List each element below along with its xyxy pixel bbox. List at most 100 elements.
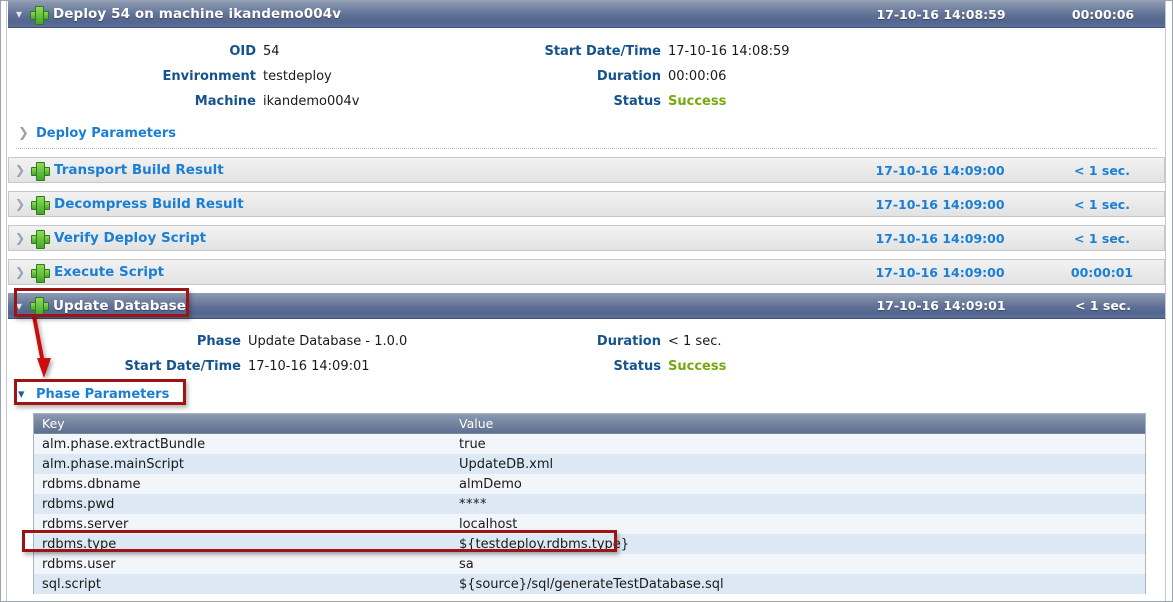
phase-field-duration-label: Duration: [596, 334, 661, 349]
step-title[interactable]: Transport Build Result: [54, 162, 224, 178]
step-duration: < 1 sec.: [1074, 196, 1130, 212]
green-plus-icon: [30, 5, 49, 25]
chevron-down-icon[interactable]: ▾: [18, 387, 36, 402]
field-duration: Duration 00:00:06: [438, 69, 858, 84]
green-plus-icon: [31, 229, 50, 249]
page-content: ▾ Deploy 54 on machine ikandemo004v 17-1…: [8, 1, 1165, 601]
phase-update-database: ▾ Update Database 17-10-16 14:09:01 < 1 …: [8, 293, 1165, 594]
field-environment: Environment testdeploy: [8, 69, 438, 84]
column-header-key[interactable]: Key: [34, 416, 459, 431]
column-header-value[interactable]: Value: [459, 416, 1145, 431]
step-decompress-build-result[interactable]: ❯ Decompress Build Result 17-10-16 14:09…: [8, 191, 1165, 217]
param-key: alm.phase.extractBundle: [42, 436, 206, 452]
phase-parameters-table: Key Value alm.phase.extractBundle true a…: [33, 413, 1146, 594]
param-value: sa: [459, 556, 474, 572]
field-oid: OID 54: [8, 44, 438, 59]
field-machine-value: ikandemo004v: [263, 94, 360, 109]
phase-field-phase-value: Update Database - 1.0.0: [248, 334, 408, 349]
phase-field-duration-value: < 1 sec.: [668, 334, 722, 349]
step-duration: 00:00:01: [1070, 264, 1134, 280]
field-start-datetime-value: 17-10-16 14:08:59: [668, 44, 790, 59]
table-row[interactable]: alm.phase.extractBundle true: [34, 434, 1145, 454]
step-date: 17-10-16 14:09:00: [875, 162, 1005, 178]
deploy-header-date: 17-10-16 14:08:59: [876, 6, 1006, 22]
phase-header-bar[interactable]: ▾ Update Database 17-10-16 14:09:01 < 1 …: [8, 293, 1165, 319]
phase-field-status-value: Success: [668, 359, 727, 374]
param-value: ${testdeploy.rdbms.type}: [459, 536, 630, 552]
step-execute-script[interactable]: ❯ Execute Script 17-10-16 14:09:00 00:00…: [8, 259, 1165, 285]
field-duration-label: Duration: [596, 69, 661, 84]
chevron-right-icon[interactable]: ❯: [9, 265, 31, 279]
step-verify-deploy-script[interactable]: ❯ Verify Deploy Script 17-10-16 14:09:00…: [8, 225, 1165, 251]
param-value: ${source}/sql/generateTestDatabase.sql: [459, 576, 724, 592]
table-header-row: Key Value: [34, 414, 1145, 434]
phase-summary-row: Phase Update Database - 1.0.0 Duration <…: [8, 329, 1165, 354]
table-row[interactable]: rdbms.pwd ****: [34, 494, 1145, 514]
phase-title: Update Database: [53, 297, 187, 314]
field-machine-label: Machine: [194, 94, 256, 109]
param-key: rdbms.pwd: [42, 496, 115, 512]
section-divider: [16, 148, 1157, 149]
step-duration: < 1 sec.: [1074, 230, 1130, 246]
phase-parameters-label[interactable]: Phase Parameters: [36, 387, 169, 402]
step-date: 17-10-16 14:09:00: [875, 196, 1005, 212]
chevron-down-icon[interactable]: ▾: [8, 300, 30, 312]
field-start-datetime-label: Start Date/Time: [544, 44, 661, 59]
step-transport-build-result[interactable]: ❯ Transport Build Result 17-10-16 14:09:…: [8, 157, 1165, 183]
field-environment-label: Environment: [162, 69, 257, 84]
table-row-rdbms-type[interactable]: rdbms.type ${testdeploy.rdbms.type}: [34, 534, 1145, 554]
deploy-header-bar[interactable]: ▾ Deploy 54 on machine ikandemo004v 17-1…: [8, 1, 1165, 28]
param-key: rdbms.type: [42, 536, 117, 552]
chevron-right-icon[interactable]: ❯: [18, 126, 36, 141]
param-value: UpdateDB.xml: [459, 456, 554, 472]
table-row[interactable]: rdbms.user sa: [34, 554, 1145, 574]
table-row[interactable]: rdbms.dbname almDemo: [34, 474, 1145, 494]
green-plus-icon: [30, 297, 49, 316]
green-plus-icon: [31, 263, 50, 283]
green-plus-icon: [31, 195, 50, 215]
deploy-summary: OID 54 Start Date/Time 17-10-16 14:08:59…: [8, 28, 1165, 120]
phase-field-status: Status Success: [438, 359, 858, 374]
field-oid-value: 54: [263, 44, 280, 59]
deploy-parameters-toggle[interactable]: ❯ Deploy Parameters: [8, 120, 1165, 146]
field-duration-value: 00:00:06: [668, 69, 727, 84]
phase-field-phase-label: Phase: [196, 334, 241, 349]
phase-summary: Phase Update Database - 1.0.0 Duration <…: [8, 319, 1165, 381]
param-value: almDemo: [459, 476, 522, 492]
param-value: ****: [459, 496, 487, 512]
param-key: rdbms.dbname: [42, 476, 141, 492]
chevron-right-icon[interactable]: ❯: [9, 197, 31, 211]
chevron-down-icon[interactable]: ▾: [8, 8, 30, 20]
phase-field-phase: Phase Update Database - 1.0.0: [8, 334, 438, 349]
green-plus-icon: [31, 161, 50, 181]
table-row[interactable]: rdbms.server localhost: [34, 514, 1145, 534]
chevron-right-icon[interactable]: ❯: [9, 163, 31, 177]
param-key: sql.script: [42, 576, 101, 592]
chevron-right-icon[interactable]: ❯: [9, 231, 31, 245]
field-environment-value: testdeploy: [263, 69, 332, 84]
step-date: 17-10-16 14:09:00: [875, 230, 1005, 246]
summary-row: Machine ikandemo004v Status Success: [8, 89, 1165, 114]
field-oid-label: OID: [229, 44, 256, 59]
field-status: Status Success: [438, 94, 858, 109]
phase-parameters-toggle[interactable]: ▾ Phase Parameters: [8, 381, 1165, 407]
field-status-value: Success: [668, 94, 727, 109]
param-value: true: [459, 436, 486, 452]
step-title[interactable]: Decompress Build Result: [54, 196, 244, 212]
field-machine: Machine ikandemo004v: [8, 94, 438, 109]
summary-row: OID 54 Start Date/Time 17-10-16 14:08:59: [8, 39, 1165, 64]
phase-field-status-label: Status: [613, 359, 661, 374]
step-title[interactable]: Verify Deploy Script: [54, 230, 206, 246]
phase-field-start-datetime: Start Date/Time 17-10-16 14:09:01: [8, 359, 438, 374]
deployment-detail-screen: ▾ Deploy 54 on machine ikandemo004v 17-1…: [0, 0, 1173, 602]
table-row[interactable]: alm.phase.mainScript UpdateDB.xml: [34, 454, 1145, 474]
deploy-parameters-label[interactable]: Deploy Parameters: [36, 126, 176, 141]
param-key: alm.phase.mainScript: [42, 456, 184, 472]
phase-field-start-datetime-label: Start Date/Time: [124, 359, 241, 374]
step-title[interactable]: Execute Script: [54, 264, 164, 280]
deploy-title: Deploy 54 on machine ikandemo004v: [53, 6, 342, 22]
field-start-datetime: Start Date/Time 17-10-16 14:08:59: [438, 44, 858, 59]
phase-field-start-datetime-value: 17-10-16 14:09:01: [248, 359, 370, 374]
table-row[interactable]: sql.script ${source}/sql/generateTestDat…: [34, 574, 1145, 594]
param-key: rdbms.server: [42, 516, 129, 532]
